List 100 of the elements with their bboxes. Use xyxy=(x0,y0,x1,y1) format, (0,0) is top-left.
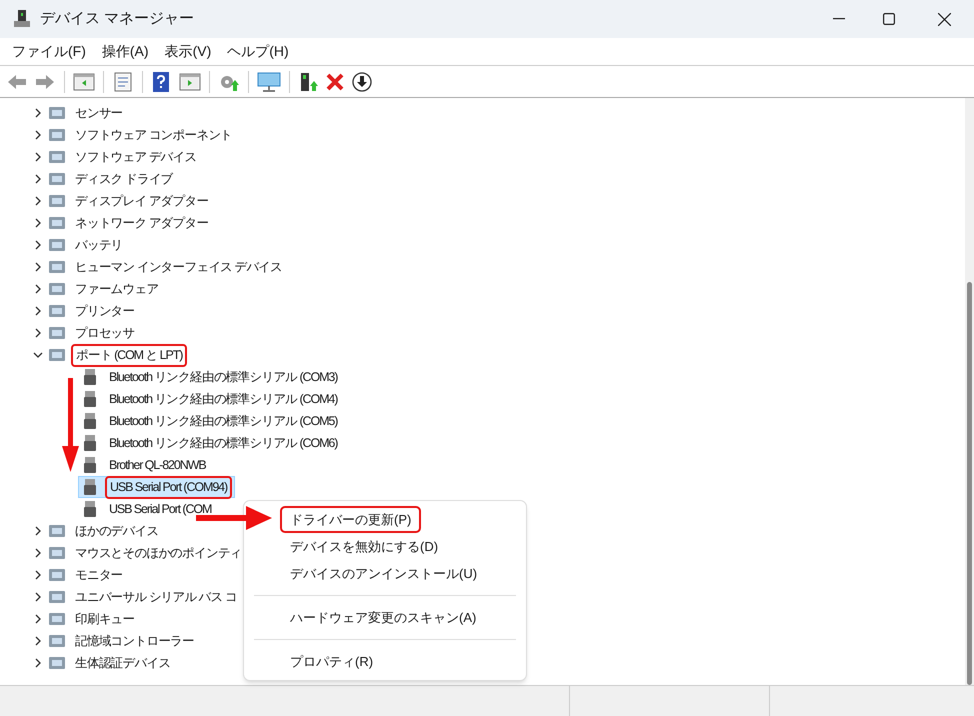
help-icon[interactable] xyxy=(151,72,171,92)
tree-item-label[interactable]: 記憶域コントローラー xyxy=(71,630,198,652)
tree-row[interactable]: Bluetooth リンク経由の標準シリアル (COM5) xyxy=(78,410,344,432)
device-icon xyxy=(48,610,66,628)
menu-item[interactable]: ヘルプ(H) xyxy=(221,40,295,64)
tree-item-label[interactable]: プロセッサ xyxy=(71,322,139,344)
device-icon xyxy=(48,192,66,210)
port-icon xyxy=(81,434,99,452)
device-icon xyxy=(48,588,66,606)
device-icon xyxy=(48,544,66,562)
tree-item-label[interactable]: Brother QL-820NWB xyxy=(105,454,210,476)
tree-item-label[interactable]: 生体認証デバイス xyxy=(71,652,174,674)
menu-item[interactable]: 操作(A) xyxy=(96,40,155,64)
device-icon xyxy=(48,170,66,188)
tree-item-label[interactable]: ほかのデバイス xyxy=(71,520,162,542)
device-icon xyxy=(48,104,66,122)
context-menu-item[interactable]: ハードウェア変更のスキャン(A) xyxy=(246,604,524,631)
tree-item-label[interactable]: プリンター xyxy=(71,300,139,322)
device-icon xyxy=(48,302,66,320)
tree-item-label[interactable]: 印刷キュー xyxy=(71,608,139,630)
chevron-right-icon[interactable] xyxy=(33,614,43,624)
panel-icon[interactable] xyxy=(179,72,201,92)
tree-item-label[interactable]: ソフトウェア コンポーネント xyxy=(71,124,236,146)
tree-row[interactable]: Bluetooth リンク経由の標準シリアル (COM4) xyxy=(78,388,344,410)
chevron-right-icon[interactable] xyxy=(33,174,43,184)
scrollbar[interactable] xyxy=(965,98,974,685)
tree-item-label[interactable]: ソフトウェア デバイス xyxy=(71,146,200,168)
chevron-right-icon[interactable] xyxy=(33,152,43,162)
tree-item-label[interactable]: USB Serial Port (COM94) xyxy=(105,476,232,498)
device-icon xyxy=(48,566,66,584)
download-icon[interactable] xyxy=(352,72,372,92)
port-icon xyxy=(81,478,99,496)
chevron-right-icon[interactable] xyxy=(33,658,43,668)
tree-item-label[interactable]: USB Serial Port (COM xyxy=(105,498,216,520)
chevron-right-icon[interactable] xyxy=(33,570,43,580)
device-icon xyxy=(48,280,66,298)
device-icon xyxy=(48,346,66,364)
tree-row[interactable]: USB Serial Port (COM94) xyxy=(78,476,236,498)
scrollbar-thumb[interactable] xyxy=(967,282,972,685)
chevron-right-icon[interactable] xyxy=(33,526,43,536)
tree-item-label[interactable]: Bluetooth リンク経由の標準シリアル (COM4) xyxy=(105,388,342,410)
tree-item-label[interactable]: ヒューマン インターフェイス デバイス xyxy=(71,256,286,278)
tree-item-label[interactable]: Bluetooth リンク経由の標準シリアル (COM5) xyxy=(105,410,342,432)
chevron-right-icon[interactable] xyxy=(33,240,43,250)
chevron-right-icon[interactable] xyxy=(33,328,43,338)
device-icon xyxy=(48,126,66,144)
properties-icon[interactable] xyxy=(112,72,134,92)
chevron-right-icon[interactable] xyxy=(33,196,43,206)
tree-item-label[interactable]: ネットワーク アダプター xyxy=(71,212,212,234)
context-menu-item[interactable]: ドライバーの更新(P) xyxy=(280,506,422,533)
tree-item-label[interactable]: Bluetooth リンク経由の標準シリアル (COM6) xyxy=(105,432,342,454)
chevron-right-icon[interactable] xyxy=(33,218,43,228)
chevron-right-icon[interactable] xyxy=(33,306,43,316)
delete-icon[interactable] xyxy=(326,72,344,90)
tree-row[interactable]: Bluetooth リンク経由の標準シリアル (COM3) xyxy=(78,366,344,388)
tree-item-label[interactable]: ポート (COM と LPT) xyxy=(71,344,188,366)
device-icon xyxy=(48,148,66,166)
device-icon xyxy=(48,214,66,232)
context-menu-item[interactable]: プロパティ(R) xyxy=(246,648,524,675)
menu-item[interactable]: ファイル(F) xyxy=(6,40,92,64)
monitor-icon[interactable] xyxy=(257,72,281,92)
chevron-right-icon[interactable] xyxy=(33,592,43,602)
tree-row[interactable]: Bluetooth リンク経由の標準シリアル (COM6) xyxy=(78,432,344,454)
context-menu-item[interactable]: デバイスのアンインストール(U) xyxy=(246,560,524,587)
tree-item-label[interactable]: センサー xyxy=(71,102,127,124)
chevron-right-icon[interactable] xyxy=(33,284,43,294)
panel-icon[interactable] xyxy=(73,72,95,92)
port-icon xyxy=(81,390,99,408)
device-icon xyxy=(48,258,66,276)
chevron-right-icon[interactable] xyxy=(33,108,43,118)
tree-item-label[interactable]: ファームウェア xyxy=(71,278,162,300)
device-icon[interactable] xyxy=(298,72,318,92)
tree-item-label[interactable]: ディスプレイ アダプター xyxy=(71,190,212,212)
minimize-icon xyxy=(833,18,845,20)
port-icon xyxy=(81,456,99,474)
chevron-right-icon[interactable] xyxy=(33,548,43,558)
computer-icon xyxy=(12,9,32,29)
window-title: デバイス マネージャー xyxy=(40,8,194,29)
tree-item-label[interactable]: ユニバーサル シリアル バス コ xyxy=(71,586,241,608)
tree-item-label[interactable]: Bluetooth リンク経由の標準シリアル (COM3) xyxy=(105,366,342,388)
chevron-down-icon[interactable] xyxy=(33,350,43,360)
device-icon xyxy=(48,236,66,254)
tree-row[interactable]: USB Serial Port (COM xyxy=(78,498,218,520)
chevron-right-icon[interactable] xyxy=(33,262,43,272)
menu-item[interactable]: 表示(V) xyxy=(158,40,218,64)
chevron-right-icon[interactable] xyxy=(33,636,43,646)
device-icon xyxy=(48,522,66,540)
tree-item-label[interactable]: マウスとそのほかのポインティ xyxy=(71,542,246,564)
port-icon xyxy=(81,500,99,518)
context-menu-item[interactable]: デバイスを無効にする(D) xyxy=(246,533,524,560)
maximize-icon xyxy=(883,13,895,25)
tree-item-label[interactable]: バッテリ xyxy=(71,234,127,256)
device-icon xyxy=(48,654,66,672)
tree-row[interactable]: Brother QL-820NWB xyxy=(78,454,213,476)
port-icon xyxy=(81,368,99,386)
close-icon xyxy=(938,12,950,26)
tree-item-label[interactable]: ディスク ドライブ xyxy=(71,168,177,190)
device-icon xyxy=(48,324,66,342)
tree-item-label[interactable]: モニター xyxy=(71,564,127,586)
chevron-right-icon[interactable] xyxy=(33,130,43,140)
